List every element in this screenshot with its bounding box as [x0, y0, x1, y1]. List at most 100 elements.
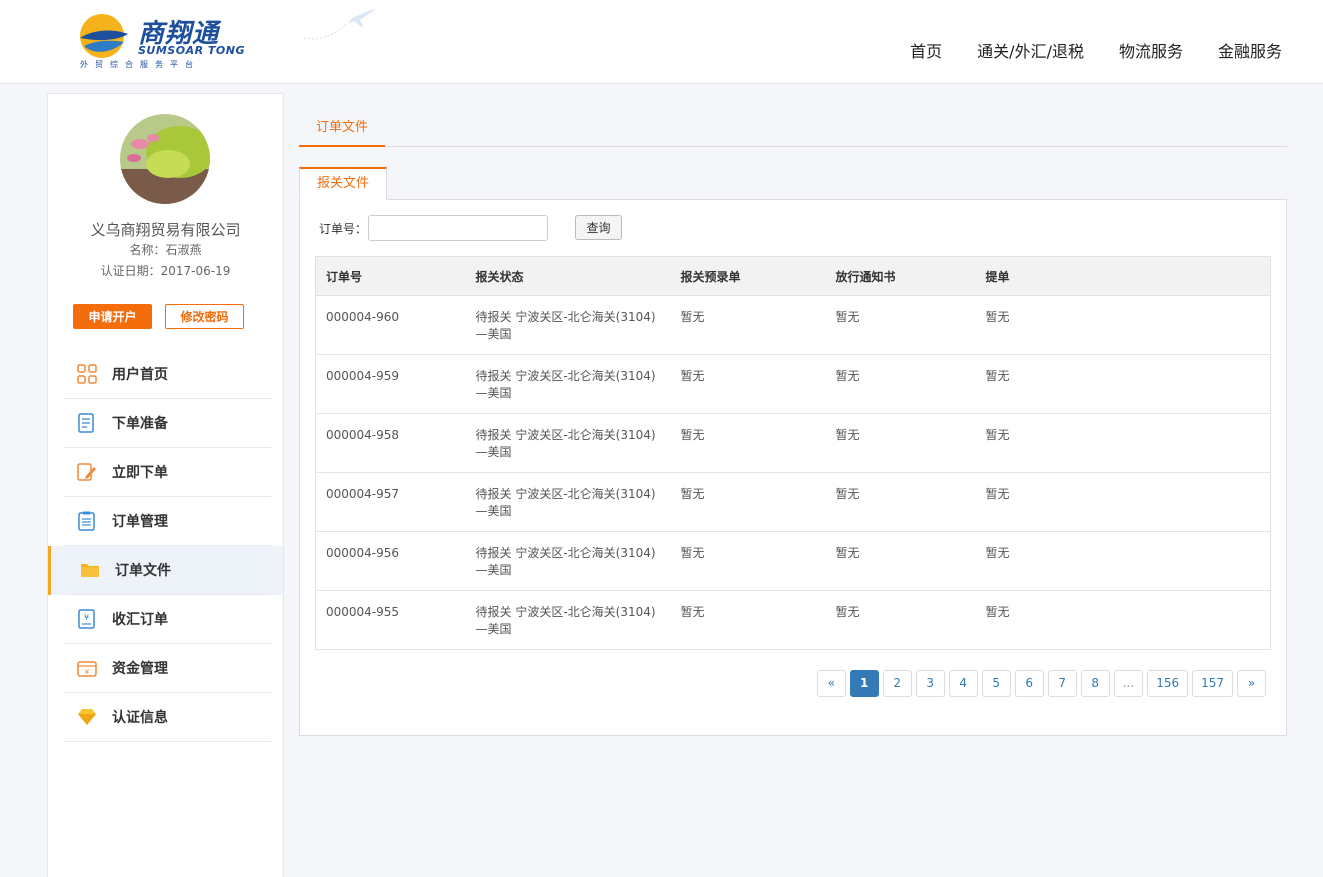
page-3-button[interactable]: 3	[915, 670, 945, 697]
sidebar-item-label: 订单文件	[115, 563, 171, 579]
order-number-label: 订单号：	[319, 222, 368, 236]
page-8-button[interactable]: 8	[1080, 670, 1110, 697]
diamond-icon	[76, 706, 98, 728]
pre-entry-cell: 暂无	[670, 354, 826, 414]
top-header: 商翔通 SUMSOAR TONG 外贸综合服务平台 首页 通关/外汇/退税 物流…	[0, 0, 1323, 84]
page-156-button[interactable]: 156	[1147, 670, 1189, 697]
main-nav: 首页 通关/外汇/退税 物流服务 金融服务	[910, 38, 1282, 62]
page-6-button[interactable]: 6	[1014, 670, 1044, 697]
svg-text:¥: ¥	[85, 668, 90, 676]
logo-sub-text: 外贸综合服务平台	[80, 60, 200, 69]
logo-mark-icon	[80, 14, 128, 58]
sidebar-item-funds[interactable]: ¥ 资金管理	[48, 644, 283, 693]
col-release-notice: 放行通知书	[825, 256, 976, 296]
order-number-input[interactable]	[368, 215, 548, 241]
table-header-row: 订单号 报关状态 报关预录单 放行通知书 提单	[315, 256, 1271, 296]
subtab-customs-files[interactable]: 报关文件	[299, 167, 387, 200]
avatar-image	[120, 114, 210, 204]
table-row[interactable]: 000004-960 待报关 宁波关区-北仑海关(3104) —美国 暂无 暂无 …	[315, 295, 1271, 355]
clipboard-icon	[76, 510, 98, 532]
table-row[interactable]: 000004-956 待报关 宁波关区-北仑海关(3104) —美国 暂无 暂无 …	[315, 531, 1271, 591]
release-notice-cell: 暂无	[825, 472, 976, 532]
nav-home[interactable]: 首页	[910, 38, 942, 62]
sidebar-item-label: 下单准备	[112, 416, 168, 432]
status-cell: 待报关 宁波关区-北仑海关(3104) —美国	[465, 413, 671, 473]
plane-decoration-icon	[303, 8, 376, 40]
sidebar-item-label: 用户首页	[112, 367, 168, 383]
wallet-icon: ¥	[76, 657, 98, 679]
status-cell: 待报关 宁波关区-北仑海关(3104) —美国	[465, 472, 671, 532]
pre-entry-cell: 暂无	[670, 413, 826, 473]
sidebar-item-label: 收汇订单	[112, 612, 168, 628]
page-4-button[interactable]: 4	[948, 670, 978, 697]
sidebar-item-place-order[interactable]: 立即下单	[48, 448, 283, 497]
order-number-cell: 000004-956	[315, 531, 466, 591]
table-row[interactable]: 000004-959 待报关 宁波关区-北仑海关(3104) —美国 暂无 暂无 …	[315, 354, 1271, 414]
tab-order-files[interactable]: 订单文件	[299, 109, 385, 147]
page-2-button[interactable]: 2	[882, 670, 912, 697]
search-button[interactable]: 查询	[575, 215, 622, 240]
document-icon	[76, 412, 98, 434]
page-ellipsis: ...	[1113, 670, 1144, 697]
change-password-button[interactable]: 修改密码	[165, 304, 244, 329]
nav-customs[interactable]: 通关/外汇/退税	[977, 38, 1084, 62]
sidebar-item-label: 认证信息	[112, 710, 168, 726]
sidebar-menu: 用户首页 下单准备 立即下单 订单管理 订单文件 ¥ 收汇订单 ¥ 资金管理 认…	[48, 350, 283, 742]
pre-entry-cell: 暂无	[670, 590, 826, 650]
sidebar-item-receipt-orders[interactable]: ¥ 收汇订单	[48, 595, 283, 644]
status-cell: 待报关 宁波关区-北仑海关(3104) —美国	[465, 531, 671, 591]
page-1-button[interactable]: 1	[849, 670, 879, 697]
sidebar-item-label: 立即下单	[112, 465, 168, 481]
pre-entry-cell: 暂无	[670, 295, 826, 355]
col-pre-entry: 报关预录单	[670, 256, 826, 296]
release-notice-cell: 暂无	[825, 354, 976, 414]
page-5-button[interactable]: 5	[981, 670, 1011, 697]
bill-cell: 暂无	[975, 531, 1271, 591]
sidebar-item-certification[interactable]: 认证信息	[48, 693, 283, 742]
bill-cell: 暂无	[975, 413, 1271, 473]
release-notice-cell: 暂无	[825, 531, 976, 591]
edit-icon	[76, 461, 98, 483]
sidebar: 义乌商翔贸易有限公司 名称：石淑燕 认证日期：2017-06-19 申请开户 修…	[47, 93, 284, 877]
order-number-cell: 000004-960	[315, 295, 466, 355]
sidebar-item-user-home[interactable]: 用户首页	[48, 350, 283, 399]
bill-cell: 暂无	[975, 472, 1271, 532]
col-bill-of-lading: 提单	[975, 256, 1271, 296]
order-number-cell: 000004-957	[315, 472, 466, 532]
release-notice-cell: 暂无	[825, 295, 976, 355]
nav-finance[interactable]: 金融服务	[1218, 38, 1282, 62]
content-panel: 订单号： 查询 订单号 报关状态 报关预录单 放行通知书 提单 000004-9…	[299, 199, 1287, 736]
page-157-button[interactable]: 157	[1192, 670, 1233, 697]
pagination: « 1 2 3 4 5 6 7 8 ... 156 157 »	[816, 670, 1266, 697]
avatar[interactable]	[120, 114, 210, 204]
logo[interactable]: 商翔通 SUMSOAR TONG 外贸综合服务平台	[78, 10, 248, 74]
folder-icon	[79, 559, 101, 581]
table-row[interactable]: 000004-955 待报关 宁波关区-北仑海关(3104) —美国 暂无 暂无 …	[315, 590, 1271, 650]
orders-table: 订单号 报关状态 报关预录单 放行通知书 提单 000004-960 待报关 宁…	[315, 256, 1271, 650]
company-name: 义乌商翔贸易有限公司	[90, 221, 241, 239]
receipt-icon: ¥	[76, 608, 98, 630]
nav-logistics[interactable]: 物流服务	[1119, 38, 1183, 62]
col-order-number: 订单号	[315, 256, 466, 296]
page-7-button[interactable]: 7	[1047, 670, 1077, 697]
sidebar-item-order-manage[interactable]: 订单管理	[48, 497, 283, 546]
user-name: 名称：石淑燕	[129, 243, 202, 257]
status-cell: 待报关 宁波关区-北仑海关(3104) —美国	[465, 295, 671, 355]
cert-date: 认证日期：2017-06-19	[100, 264, 231, 278]
table-row[interactable]: 000004-957 待报关 宁波关区-北仑海关(3104) —美国 暂无 暂无 …	[315, 472, 1271, 532]
svg-text:¥: ¥	[84, 613, 89, 622]
page-next-button[interactable]: »	[1237, 670, 1266, 697]
page-prev-button[interactable]: «	[816, 670, 846, 697]
grid-icon	[76, 363, 98, 385]
release-notice-cell: 暂无	[825, 590, 976, 650]
sidebar-item-label: 订单管理	[112, 514, 168, 530]
sidebar-item-order-files[interactable]: 订单文件	[48, 546, 283, 595]
bill-cell: 暂无	[975, 295, 1271, 355]
order-number-cell: 000004-955	[315, 590, 466, 650]
logo-en-text: SUMSOAR TONG	[138, 44, 245, 57]
apply-account-button[interactable]: 申请开户	[73, 304, 152, 329]
bill-cell: 暂无	[975, 590, 1271, 650]
sidebar-item-order-prep[interactable]: 下单准备	[48, 399, 283, 448]
table-row[interactable]: 000004-958 待报关 宁波关区-北仑海关(3104) —美国 暂无 暂无 …	[315, 413, 1271, 473]
order-number-cell: 000004-958	[315, 413, 466, 473]
